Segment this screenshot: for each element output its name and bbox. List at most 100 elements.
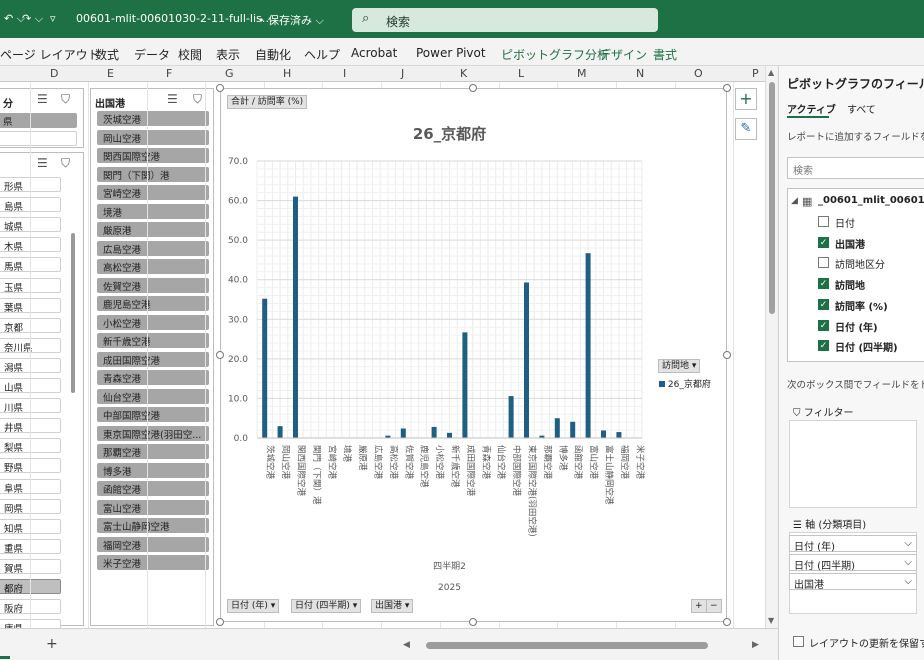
slicer-item[interactable]: 佐賀空港 bbox=[97, 277, 209, 293]
field-label[interactable]: 日付 (月) bbox=[835, 360, 876, 361]
slicer-item[interactable]: 仙台空港 bbox=[97, 388, 209, 404]
column-header[interactable]: M bbox=[577, 67, 587, 80]
column-header[interactable]: P bbox=[752, 67, 759, 80]
column-header[interactable]: J bbox=[401, 67, 404, 80]
defer-update-checkbox[interactable] bbox=[793, 636, 804, 647]
bar[interactable] bbox=[554, 418, 560, 438]
slicer-item[interactable]: 県 bbox=[0, 113, 77, 128]
multi-select-icon[interactable]: ☰ bbox=[167, 92, 178, 106]
field-label[interactable]: 訪問地区分 bbox=[835, 256, 885, 271]
column-header[interactable]: N bbox=[636, 67, 644, 80]
scroll-down-icon[interactable]: ▼ bbox=[768, 616, 774, 625]
slicer-scrollbar[interactable] bbox=[71, 233, 75, 393]
slicer-item[interactable]: 米子空港 bbox=[97, 555, 209, 570]
field-checkbox[interactable]: ✓ bbox=[818, 298, 829, 310]
clear-filter-icon[interactable]: ⛉ bbox=[61, 156, 70, 171]
slicer-item[interactable]: 関西国際空港 bbox=[97, 148, 209, 163]
field-checkbox[interactable] bbox=[818, 216, 829, 227]
scroll-left-icon[interactable]: ◀ bbox=[403, 640, 410, 650]
slicer-item[interactable]: 新千歳空港 bbox=[97, 333, 209, 348]
chart-title[interactable]: 26_京都府 bbox=[413, 125, 486, 143]
field-label[interactable]: 訪問率 (%) bbox=[835, 298, 888, 313]
slicer-item[interactable]: 高松空港 bbox=[97, 259, 209, 274]
axis-field-item[interactable]: 日付 (四半期) ⌵ bbox=[789, 554, 917, 572]
file-name[interactable]: 00601-mlit-00601030-2-11-full-lis… bbox=[76, 12, 273, 25]
slicer-item[interactable]: 小松空港 bbox=[97, 314, 209, 330]
ribbon-tab[interactable]: ヘルプ bbox=[304, 46, 340, 63]
ribbon-tab[interactable]: 校閲 bbox=[178, 46, 202, 63]
search-box[interactable]: ⌕ 検索 bbox=[352, 8, 658, 32]
ribbon-tab[interactable]: Acrobat bbox=[351, 46, 397, 60]
resize-handle[interactable] bbox=[723, 618, 731, 626]
horizontal-scroll-thumb[interactable] bbox=[426, 642, 708, 649]
axis-field-button-quarter[interactable]: 日付 (四半期) ▾ bbox=[291, 599, 362, 613]
ribbon-tab[interactable]: デザイン bbox=[599, 46, 647, 63]
column-header[interactable]: H bbox=[283, 67, 291, 80]
column-header[interactable]: F bbox=[166, 67, 172, 80]
ribbon-tab[interactable]: 表示 bbox=[216, 46, 240, 63]
multi-select-icon[interactable]: ☰ bbox=[37, 156, 48, 170]
vertical-scrollbar[interactable]: ▲ ▼ bbox=[765, 66, 778, 628]
scroll-thumb[interactable] bbox=[769, 82, 775, 314]
ribbon-tab[interactable]: 書式 bbox=[653, 46, 677, 63]
column-header[interactable]: O bbox=[694, 67, 703, 80]
scroll-up-icon[interactable]: ▲ bbox=[768, 68, 774, 77]
add-sheet-button[interactable]: + bbox=[46, 636, 58, 652]
ribbon-tab[interactable]: 数式 bbox=[95, 46, 119, 63]
slicer-item[interactable]: 那覇空港 bbox=[97, 444, 209, 459]
bar[interactable] bbox=[262, 298, 268, 438]
multi-select-icon[interactable]: ☰ bbox=[37, 92, 48, 106]
field-checkbox[interactable] bbox=[818, 257, 829, 269]
slicer-item[interactable]: 茨城空港 bbox=[97, 111, 209, 126]
column-header[interactable]: G bbox=[225, 67, 234, 80]
slicer-item[interactable] bbox=[0, 131, 77, 146]
column-header[interactable]: E bbox=[107, 67, 114, 80]
field-checkbox[interactable]: ✓ bbox=[818, 340, 829, 352]
bar[interactable] bbox=[601, 430, 606, 438]
chart-elements-plus-icon[interactable]: + bbox=[735, 88, 757, 110]
customize-qat-icon[interactable]: ▿ bbox=[50, 12, 56, 25]
slicer-item[interactable]: 中部国際空港 bbox=[97, 407, 209, 422]
field-checkbox[interactable] bbox=[818, 360, 829, 361]
ribbon-tab[interactable]: ピボットグラフ分析 bbox=[501, 46, 609, 63]
resize-handle[interactable] bbox=[469, 84, 477, 92]
bar[interactable] bbox=[524, 282, 529, 438]
bar[interactable] bbox=[585, 253, 591, 438]
field-label[interactable]: 訪問地 bbox=[835, 277, 865, 292]
column-header[interactable]: K bbox=[460, 67, 467, 80]
axis-field-item[interactable]: 出国港 ⌵ bbox=[789, 573, 917, 591]
slicer-item[interactable]: 宮崎空港 bbox=[97, 185, 209, 200]
slicer-item[interactable]: 境港 bbox=[97, 203, 209, 219]
filter-drop-area[interactable] bbox=[789, 420, 917, 508]
expand-field-button[interactable]: + bbox=[691, 599, 707, 613]
bar[interactable] bbox=[431, 426, 437, 438]
axis-field-item[interactable]: 日付 (年) ⌵ bbox=[789, 535, 917, 553]
slicer-item[interactable]: 函館空港 bbox=[97, 481, 209, 496]
slicer-item[interactable]: 富山空港 bbox=[97, 499, 209, 515]
column-header[interactable]: L bbox=[518, 67, 524, 80]
save-status[interactable]: • 保存済み ⌵ bbox=[258, 12, 324, 28]
slicer-item[interactable]: 厳原港 bbox=[97, 222, 209, 237]
ribbon-tab[interactable]: Power Pivot bbox=[416, 46, 486, 60]
scroll-right-icon[interactable]: ▶ bbox=[752, 640, 759, 650]
slicer-item[interactable]: 福岡空港 bbox=[97, 536, 209, 552]
slicer-item[interactable]: 東京国際空港(羽田空... bbox=[97, 425, 209, 441]
tab-active[interactable]: アクティブ bbox=[787, 101, 836, 116]
resize-handle[interactable] bbox=[723, 84, 731, 92]
redo-icon[interactable]: ↷ ⌵ bbox=[22, 12, 43, 26]
bar[interactable] bbox=[462, 332, 468, 438]
bar[interactable] bbox=[447, 432, 452, 438]
field-checkbox[interactable]: ✓ bbox=[818, 278, 829, 290]
slicer-item[interactable]: 富士山静岡空港 bbox=[97, 518, 209, 533]
slicer-item[interactable]: 青森空港 bbox=[97, 370, 209, 385]
slicer-item[interactable]: 岡山空港 bbox=[97, 129, 209, 145]
ribbon-tab[interactable]: 自動化 bbox=[255, 46, 291, 63]
bar[interactable] bbox=[570, 421, 576, 438]
ribbon-tab[interactable]: ページ レイアウト bbox=[0, 46, 100, 63]
chart-styles-brush-icon[interactable]: ✎ bbox=[735, 118, 757, 140]
resize-handle[interactable] bbox=[469, 618, 477, 626]
column-header[interactable]: D bbox=[50, 67, 58, 80]
legend-field-button[interactable]: 訪問地 ▾ bbox=[658, 359, 701, 373]
field-search-input[interactable]: 検索 bbox=[787, 157, 924, 179]
collapse-icon[interactable]: ◢ bbox=[791, 196, 798, 206]
